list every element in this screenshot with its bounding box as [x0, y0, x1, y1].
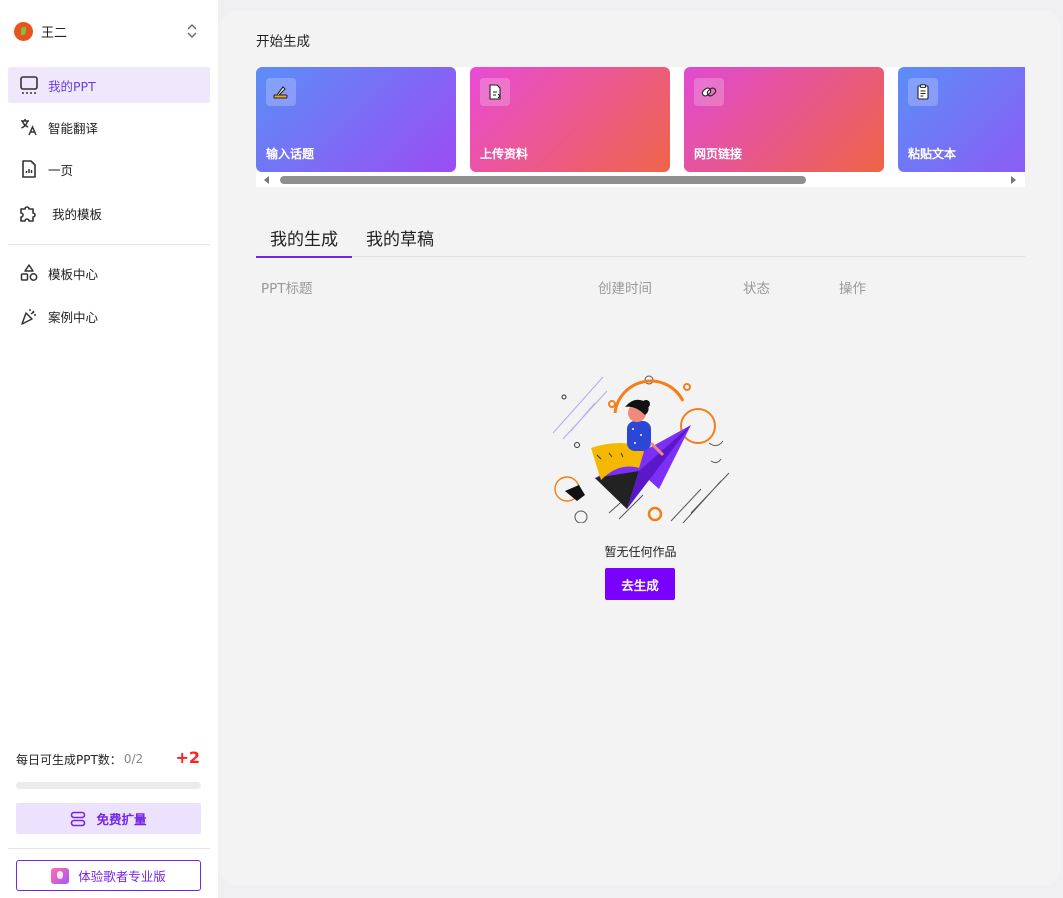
sidebar-item-label: 智能翻译	[48, 120, 99, 136]
scrollbar-thumb[interactable]	[280, 176, 806, 184]
empty-state-text: 暂无任何作品	[604, 545, 677, 559]
card-label: 粘贴文本	[908, 147, 957, 161]
go-generate-button[interactable]: 去生成	[605, 568, 675, 600]
chevron-up-down-icon[interactable]	[186, 22, 198, 40]
quota-progress-bar	[16, 782, 201, 789]
free-expand-button[interactable]: 免费扩量	[16, 803, 201, 834]
horizontal-scrollbar[interactable]	[256, 173, 1025, 187]
sidebar-divider	[8, 244, 210, 245]
card-web-link[interactable]: 网页链接	[684, 67, 884, 172]
file-chart-icon	[18, 158, 40, 180]
shapes-icon	[18, 262, 40, 284]
puzzle-icon	[18, 202, 40, 224]
user-switcher[interactable]: 王二	[14, 20, 204, 42]
sidebar-item-label: 我的PPT	[48, 78, 96, 94]
sidebar-divider	[8, 848, 210, 849]
column-header-status: 状态	[743, 281, 770, 297]
works-tabs: 我的生成 我的草稿	[256, 218, 1025, 258]
card-label: 输入话题	[266, 147, 315, 161]
sidebar-item-case-center[interactable]: 案例中心	[8, 298, 210, 334]
free-expand-label: 免费扩量	[96, 812, 147, 827]
card-label: 上传资料	[480, 147, 529, 161]
tab-my-drafts[interactable]: 我的草稿	[352, 218, 448, 257]
clipboard-icon	[908, 78, 938, 106]
column-header-actions: 操作	[839, 281, 866, 297]
pen-icon	[266, 78, 296, 106]
sidebar-item-label: 一页	[48, 162, 74, 178]
sidebar-item-label: 案例中心	[48, 309, 99, 325]
main-panel: 开始生成 输入话题 上传资料 网页链接 粘贴文本 我的生成 我的草稿 PPT标题…	[221, 11, 1060, 885]
sidebar-item-label: 我的模板	[52, 206, 103, 222]
server-stack-icon	[71, 811, 86, 826]
create-cards-carousel: 输入话题 上传资料 网页链接 粘贴文本	[256, 67, 1025, 187]
sidebar-item-one-page[interactable]: 一页	[8, 151, 210, 187]
section-title: 开始生成	[256, 34, 310, 50]
card-paste-text[interactable]: 粘贴文本	[898, 67, 1025, 172]
upload-file-icon	[480, 78, 510, 106]
sidebar-item-my-templates[interactable]: 我的模板	[8, 195, 210, 231]
quota-label: 每日可生成PPT数：	[16, 752, 122, 767]
sidebar-item-template-center[interactable]: 模板中心	[8, 255, 210, 291]
card-upload-material[interactable]: 上传资料	[470, 67, 670, 172]
tab-my-generations[interactable]: 我的生成	[256, 218, 352, 258]
scroll-right-icon[interactable]	[1011, 176, 1016, 184]
sidebar-item-my-ppt[interactable]: 我的PPT	[8, 67, 210, 103]
avatar	[14, 21, 33, 41]
column-header-created-time: 创建时间	[598, 281, 652, 297]
quota-bonus[interactable]: +2	[175, 748, 200, 767]
card-label: 网页链接	[694, 147, 743, 161]
pro-logo-icon	[51, 867, 70, 884]
sidebar-item-label: 模板中心	[48, 266, 99, 282]
column-header-title: PPT标题	[261, 281, 313, 297]
quota-value: 0/2	[123, 752, 144, 766]
try-pro-label: 体验歌者专业版	[78, 869, 166, 884]
scroll-left-icon[interactable]	[264, 176, 269, 184]
try-pro-button[interactable]: 体验歌者专业版	[16, 860, 201, 891]
party-popper-icon	[18, 305, 40, 327]
cards-strip: 输入话题 上传资料 网页链接 粘贴文本	[256, 67, 1025, 172]
empty-state-illustration	[552, 375, 730, 523]
monitor-icon	[18, 74, 40, 96]
sidebar: 王二 我的PPT 智能翻译 一页 我的模板 模板中心 案例中心 每日可生成PPT…	[0, 0, 218, 898]
card-input-topic[interactable]: 输入话题	[256, 67, 456, 172]
sidebar-item-translate[interactable]: 智能翻译	[8, 109, 210, 145]
daily-quota: 每日可生成PPT数： 0/2 +2	[16, 748, 202, 769]
translate-icon	[18, 116, 40, 138]
user-name: 王二	[41, 25, 68, 41]
link-icon	[694, 78, 724, 106]
